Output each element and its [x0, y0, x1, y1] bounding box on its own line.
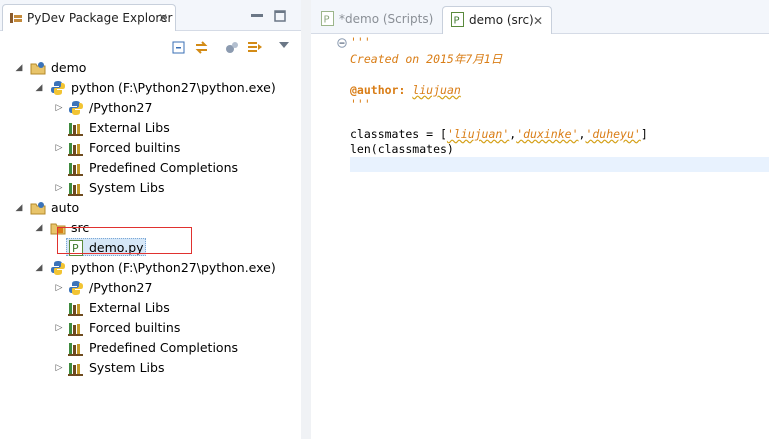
- python-file-icon: P: [321, 11, 334, 26]
- code-text: classmates = [: [350, 127, 447, 141]
- package-explorer-panel: PyDev Package Explorer ✕ ◢ demo ◢ python…: [0, 0, 301, 439]
- library-icon: [68, 343, 83, 356]
- maximize-icon[interactable]: [274, 10, 286, 22]
- editor-tab-demo-src[interactable]: P demo (src) ✕: [442, 6, 552, 34]
- library-icon: [68, 143, 83, 156]
- view-menu-icon[interactable]: [279, 42, 289, 49]
- tab-label: demo (src): [469, 13, 534, 27]
- tree-item-label: Forced builtins: [89, 140, 181, 155]
- close-icon[interactable]: ✕: [158, 12, 168, 24]
- python-file-icon: P: [451, 12, 464, 27]
- string-literal: 'duheyu': [585, 127, 641, 141]
- collapsed-arrow-icon[interactable]: ▷: [54, 178, 64, 198]
- package-explorer-icon: [10, 13, 22, 23]
- library-icon: [68, 323, 83, 336]
- expanded-arrow-icon[interactable]: ◢: [34, 218, 44, 238]
- library-icon: [68, 183, 83, 196]
- editor-tab-bar: P *demo (Scripts) P demo (src) ✕: [311, 0, 769, 34]
- selection-annotation-box: [57, 227, 192, 254]
- tree-item-label: /Python27: [89, 280, 153, 295]
- minimize-icon[interactable]: [251, 14, 263, 18]
- collapsed-arrow-icon[interactable]: ▷: [54, 278, 64, 298]
- author-tag: @author:: [350, 83, 406, 97]
- string-literal: 'liujuan': [446, 127, 510, 141]
- close-icon[interactable]: ✕: [533, 15, 543, 27]
- collapsed-arrow-icon[interactable]: ▷: [54, 358, 64, 378]
- collapsed-arrow-icon[interactable]: ▷: [54, 98, 64, 118]
- expanded-arrow-icon[interactable]: ◢: [34, 78, 44, 98]
- python-icon: [51, 81, 65, 95]
- editor-tab-demo-scripts[interactable]: P *demo (Scripts): [313, 6, 439, 33]
- project-folder-icon: [30, 62, 46, 75]
- string-literal: 'duxinke': [516, 127, 579, 141]
- tree-item-label: Forced builtins: [89, 320, 181, 335]
- tree-item-label: auto: [51, 200, 80, 215]
- library-icon: [68, 123, 83, 136]
- filters-icon[interactable]: [225, 40, 240, 55]
- code-line-len: len(classmates): [350, 142, 454, 156]
- python-icon: [69, 281, 83, 295]
- svg-text:P: P: [454, 16, 460, 27]
- docstring-close: ''': [350, 97, 371, 111]
- code-line-classmates: classmates = ['liujuan','duxinke','duhey…: [350, 127, 648, 142]
- docstring-author-line: @author: liujuan: [350, 83, 461, 98]
- tree-item-label: Predefined Completions: [89, 340, 238, 355]
- project-folder-icon: [30, 202, 46, 215]
- interpreter-path: (F:\Python27\python.exe): [118, 260, 276, 275]
- expanded-arrow-icon[interactable]: ◢: [14, 58, 24, 78]
- tree-item-label: Predefined Completions: [89, 160, 238, 175]
- python-icon: [51, 261, 65, 275]
- tree-item-label: python: [71, 260, 115, 275]
- library-icon: [68, 303, 83, 316]
- code-text: ]: [640, 127, 648, 141]
- tree-item-label: External Libs: [89, 300, 170, 315]
- collapse-all-icon[interactable]: [172, 41, 185, 54]
- collapsed-arrow-icon[interactable]: ▷: [54, 138, 64, 158]
- explorer-title: PyDev Package Explorer: [27, 11, 173, 25]
- tree-item-label: python: [71, 80, 115, 95]
- explorer-toolbar: [0, 31, 301, 57]
- link-with-editor-icon[interactable]: [194, 40, 209, 55]
- expanded-arrow-icon[interactable]: ◢: [14, 198, 24, 218]
- tree-item-label: /Python27: [89, 100, 153, 115]
- fold-collapse-icon[interactable]: [337, 38, 347, 48]
- interpreter-path: (F:\Python27\python.exe): [118, 80, 276, 95]
- docstring-created-line: Created on 2015年7月1日: [350, 52, 503, 66]
- explorer-tab-bar: PyDev Package Explorer ✕: [0, 0, 301, 31]
- collapsed-arrow-icon[interactable]: ▷: [54, 318, 64, 338]
- python-icon: [69, 101, 83, 115]
- code-editor-panel: P *demo (Scripts) P demo (src) ✕ ''' Cre…: [311, 0, 769, 439]
- library-icon: [68, 163, 83, 176]
- svg-text:P: P: [324, 15, 330, 26]
- tree-item-label: System Libs: [89, 180, 165, 195]
- tree-item-label: System Libs: [89, 360, 165, 375]
- docstring-open: ''': [350, 35, 371, 49]
- author-name: liujuan: [412, 83, 461, 97]
- panel-sash[interactable]: [301, 0, 311, 439]
- current-line-highlight: [350, 157, 769, 172]
- explorer-view-tab[interactable]: PyDev Package Explorer ✕: [2, 4, 176, 31]
- focus-icon[interactable]: [247, 40, 263, 55]
- tree-item-label: External Libs: [89, 120, 170, 135]
- tree-item-label: demo: [51, 60, 87, 75]
- tab-label: *demo (Scripts): [339, 12, 434, 26]
- expanded-arrow-icon[interactable]: ◢: [34, 258, 44, 278]
- library-icon: [68, 363, 83, 376]
